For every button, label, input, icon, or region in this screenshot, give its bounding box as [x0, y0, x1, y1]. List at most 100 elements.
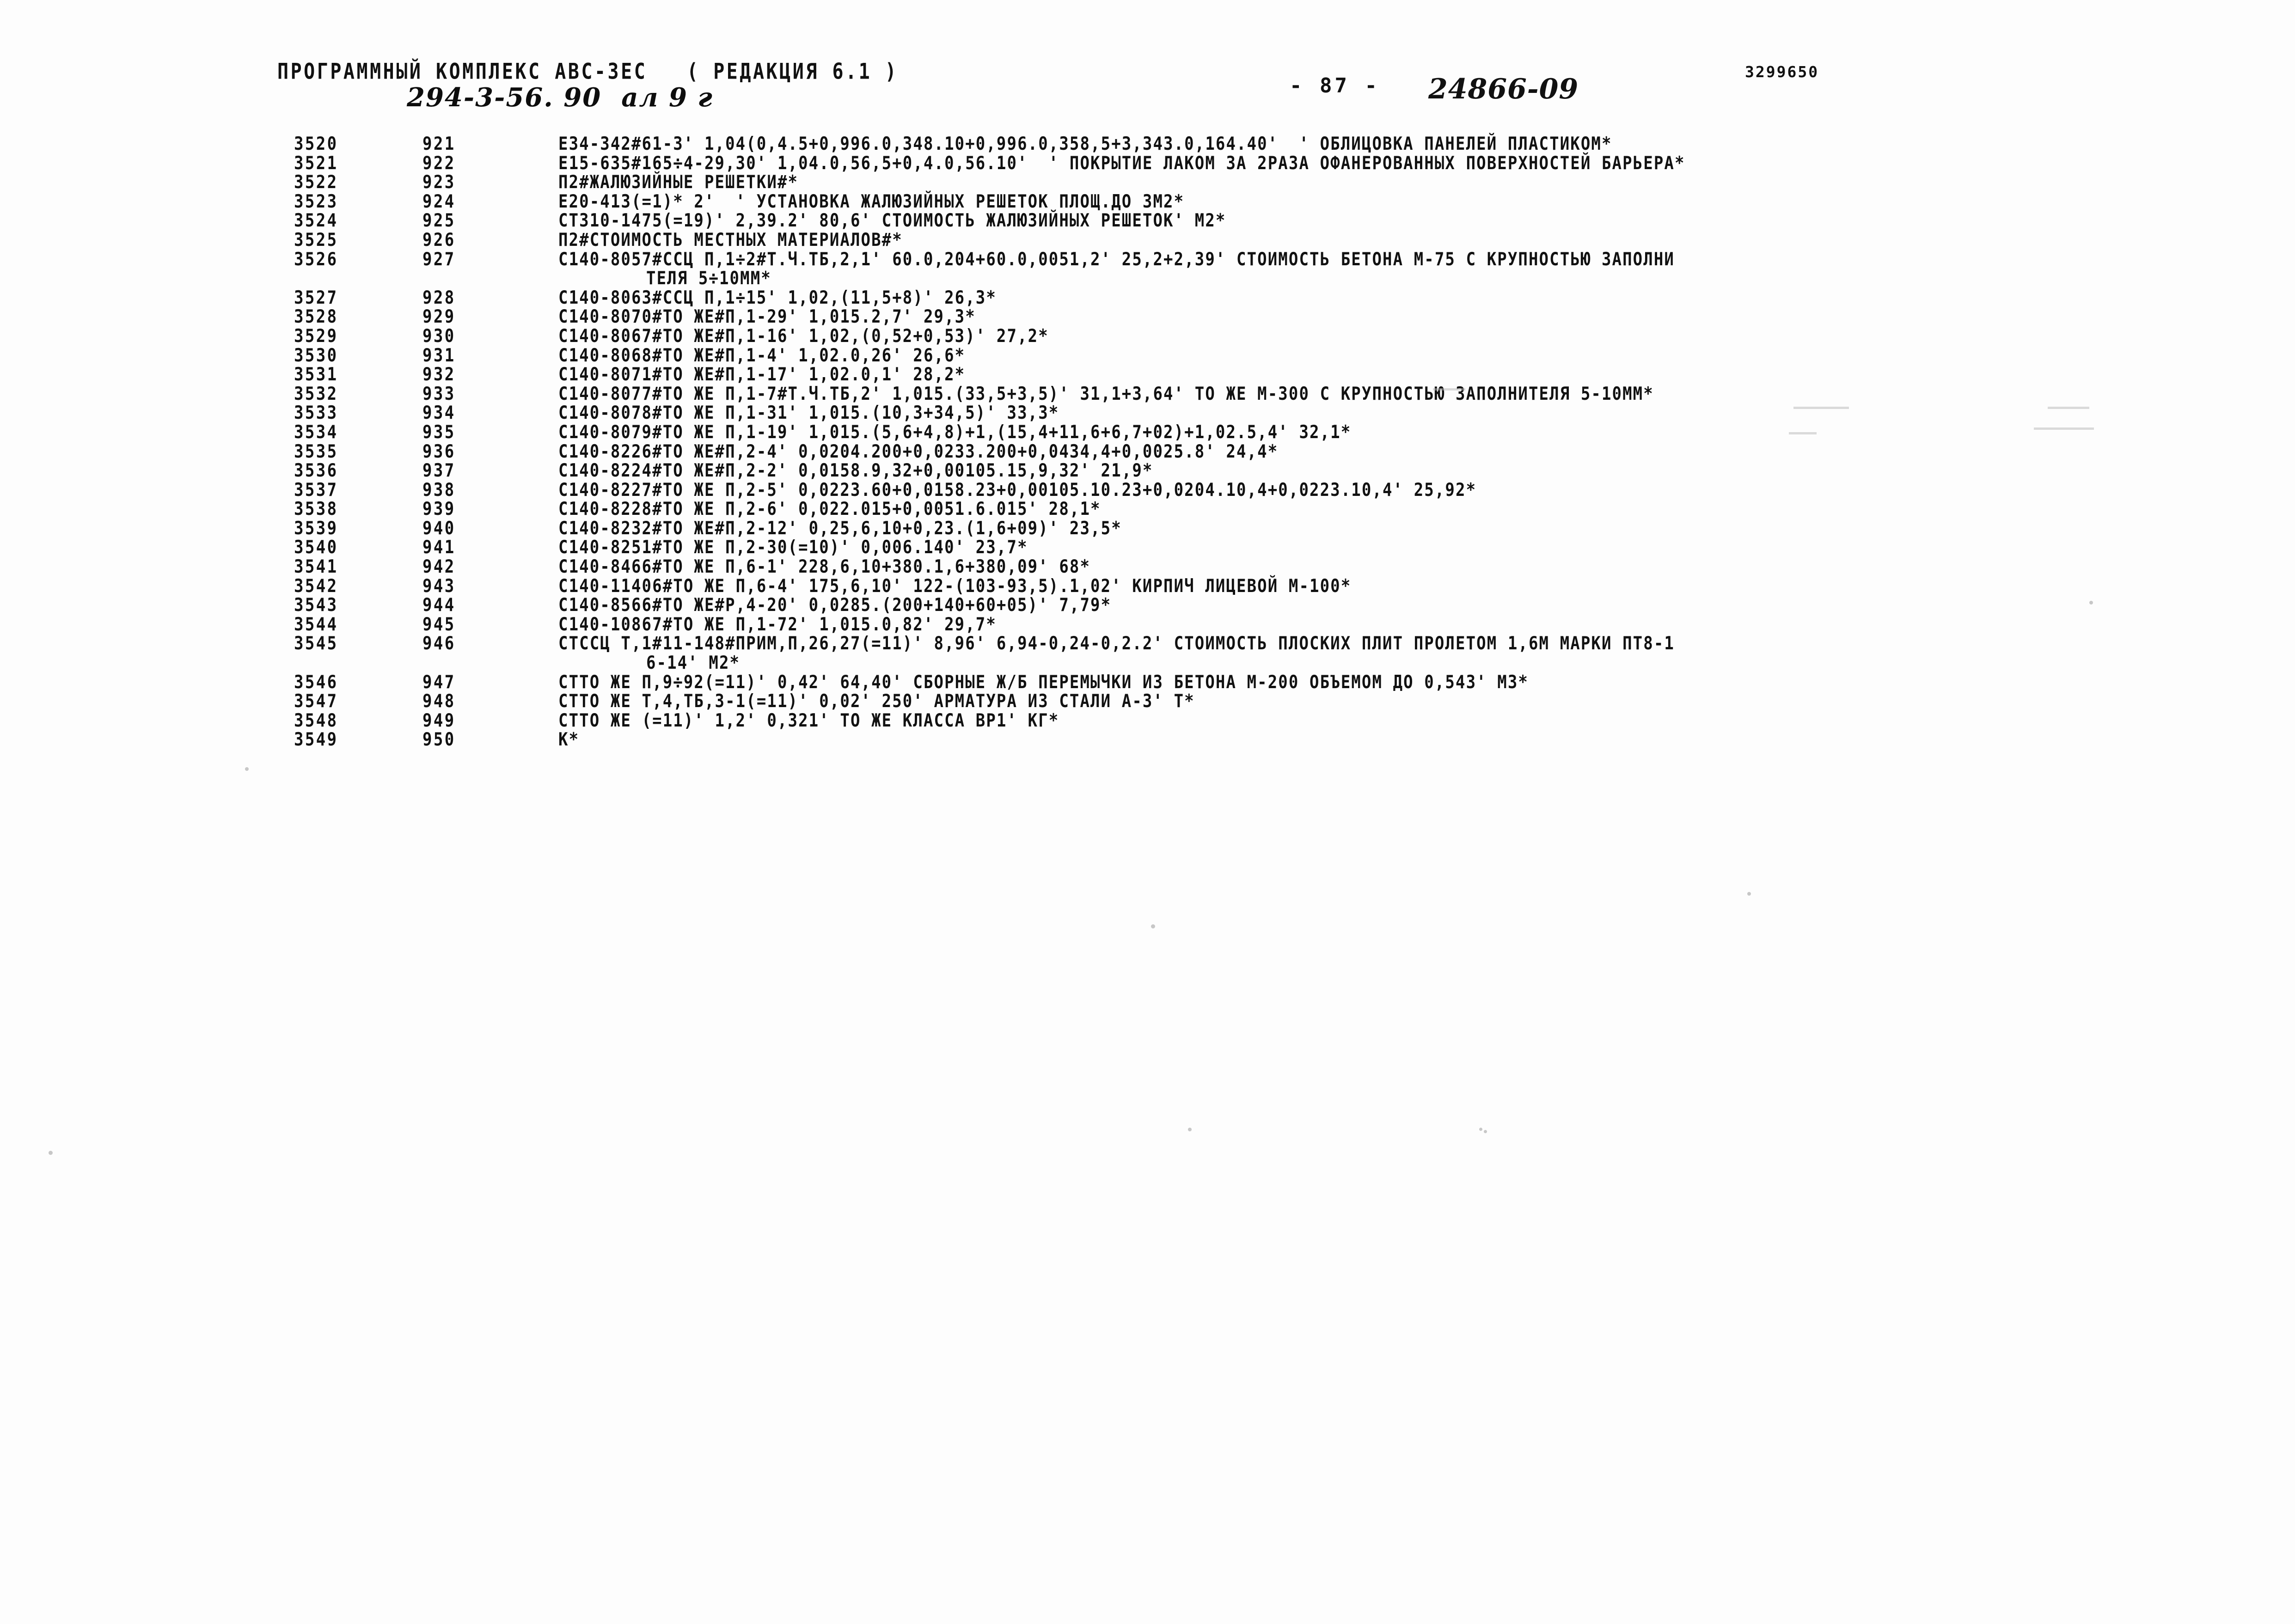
scan-speckle	[245, 767, 249, 771]
listing-row-text: С140-8224#ТО ЖЕ#П,2-2' 0,0158.9,32+0,001…	[558, 460, 1153, 482]
listing-row-number: 942	[422, 556, 456, 578]
listing-row-text: С140-8228#ТО ЖЕ П,2-6' 0,022.015+0,0051.…	[558, 498, 1101, 520]
listing-row: 3527 928 С140-8063#ССЦ П,1÷15' 1,02,(11,5+…	[0, 287, 2295, 309]
listing-row-text: E15-635#165÷4-29,30' 1,04.0,56,5+0,4.0,5…	[558, 152, 1685, 174]
listing-row-sequence: 3547	[294, 690, 338, 712]
listing-row-number: 935	[422, 421, 456, 443]
listing-row-text: С140-8067#ТО ЖЕ#П,1-16' 1,02,(0,52+0,53)…	[558, 325, 1049, 347]
listing-row-text: E34-342#61-3' 1,04(0,4.5+0,996.0,348.10+…	[558, 133, 1612, 155]
scan-speckle	[1747, 892, 1751, 896]
listing-row-text: С140-8232#ТО ЖЕ#П,2-12' 0,25,6,10+0,23.(…	[558, 517, 1122, 539]
listing-row-number: 948	[422, 690, 456, 712]
listing-row-text: СТТО ЖЕ (=11)' 1,2' 0,321' ТО ЖЕ КЛАССА …	[558, 709, 1059, 732]
listing-row-number: 943	[422, 575, 456, 597]
listing-row-sequence: 3522	[294, 171, 338, 193]
listing-row-number: 934	[422, 402, 456, 424]
listing-row-text: СТ310-1475(=19)' 2,39.2' 80,6' СТОИМОСТЬ…	[558, 210, 1226, 232]
listing-row-sequence: 3548	[294, 709, 338, 732]
listing-row-text: П2#ЖАЛЮЗИЙНЫЕ РЕШЕТКИ#*	[558, 171, 799, 193]
scan-speckle	[1484, 1130, 1487, 1133]
listing-row-text: С140-8466#ТО ЖЕ П,6-1' 228,6,10+380.1,6+…	[558, 556, 1091, 578]
handwritten-project-note: 294-3-56. 90 ал 9 г	[407, 82, 713, 113]
listing-row-number: 926	[422, 229, 456, 251]
listing-row-sequence: 3543	[294, 594, 338, 616]
listing-row-text: С140-8077#ТО ЖЕ П,1-7#Т.Ч.ТБ,2' 1,015.(3…	[558, 383, 1654, 405]
listing-row-text: С140-10867#ТО ЖЕ П,1-72' 1,015.0,82' 29,…	[558, 613, 997, 635]
listing-row-sequence: 3523	[294, 190, 338, 213]
listing-row-sequence: 3530	[294, 344, 338, 366]
listing-row-sequence: 3541	[294, 556, 338, 578]
listing-row-sequence: 3521	[294, 152, 338, 174]
scan-speckle	[1479, 1128, 1482, 1131]
listing-row: 3530 931 С140-8068#ТО ЖЕ#П,1-4' 1,02.0,26'…	[0, 344, 2295, 366]
listing-row-number: 937	[422, 460, 456, 482]
listing-row: 3540 941 С140-8251#ТО ЖЕ П,2-30(=10)' 0,00…	[0, 537, 2295, 558]
listing-row-text: С140-8078#ТО ЖЕ П,1-31' 1,015.(10,3+34,5…	[558, 402, 1059, 424]
listing-row: 3526 927 С140-8057#ССЦ П,1÷2#Т.Ч.ТБ,2,1' 6…	[0, 248, 2295, 270]
listing-row-number: 924	[422, 190, 456, 213]
listing-row: 3541 942 С140-8466#ТО ЖЕ П,6-1' 228,6,10+3…	[0, 556, 2295, 578]
handwritten-document-number: 24866-09	[1428, 73, 1579, 105]
listing-row-number: 933	[422, 383, 456, 405]
listing-row-sequence: 3533	[294, 402, 338, 424]
listing-row-text: П2#СТОИМОСТЬ МЕСТНЫХ МАТЕРИАЛОВ#*	[558, 229, 903, 251]
listing-row-sequence: 3528	[294, 306, 338, 328]
listing-row: 3520 921 E34-342#61-3' 1,04(0,4.5+0,996.0,…	[0, 133, 2295, 155]
listing-row-text: С140-8227#ТО ЖЕ П,2-5' 0,0223.60+0,0158.…	[558, 479, 1477, 501]
listing-row-text: ТЕЛЯ 5÷10ММ*	[646, 268, 771, 289]
listing-row-number: 941	[422, 537, 456, 558]
listing-row-sequence: 3524	[294, 210, 338, 232]
listing-row: 3542 943 С140-11406#ТО ЖЕ П,6-4' 175,6,10'…	[0, 575, 2295, 597]
listing-row-text: С140-8079#ТО ЖЕ П,1-19' 1,015.(5,6+4,8)+…	[558, 421, 1352, 443]
listing-row-sequence: 3534	[294, 421, 338, 443]
listing-row: 3531 932 С140-8071#ТО ЖЕ#П,1-17' 1,02.0,1'…	[0, 364, 2295, 385]
scan-smudge	[2034, 427, 2094, 430]
listing-row: 3534 935 С140-8079#ТО ЖЕ П,1-19' 1,015.(5,…	[0, 421, 2295, 443]
listing-row-text: E20-413(=1)* 2' ' УСТАНОВКА ЖАЛЮЗИЙНЫХ Р…	[558, 190, 1185, 213]
scan-speckle	[1151, 924, 1155, 928]
listing-row-sequence: 3539	[294, 517, 338, 539]
listing-row-text: 6-14' М2*	[646, 652, 741, 674]
listing-row-sequence: 3549	[294, 729, 338, 751]
listing-row: 6-14' М2*	[0, 652, 2295, 674]
scan-speckle	[2089, 601, 2093, 604]
listing-row-sequence: 3520	[294, 133, 338, 155]
listing-row-sequence: 3535	[294, 440, 338, 462]
listing-row-text: СТТО ЖЕ П,9÷92(=11)' 0,42' 64,40' СБОРНЫ…	[558, 671, 1529, 693]
listing-row: 3537 938 С140-8227#ТО ЖЕ П,2-5' 0,0223.60+…	[0, 479, 2295, 501]
listing-row: 3529 930 С140-8067#ТО ЖЕ#П,1-16' 1,02,(0,5…	[0, 325, 2295, 347]
listing-row-text: СТТО ЖЕ Т,4,ТБ,3-1(=11)' 0,02' 250' АРМА…	[558, 690, 1195, 712]
listing-row-sequence: 3531	[294, 364, 338, 385]
listing-row-number: 928	[422, 287, 456, 309]
listing-row-text: С140-8057#ССЦ П,1÷2#Т.Ч.ТБ,2,1' 60.0,204…	[558, 248, 1675, 270]
scan-smudge	[2048, 407, 2089, 409]
listing-row-number: 929	[422, 306, 456, 328]
listing-row-text: С140-8071#ТО ЖЕ#П,1-17' 1,02.0,1' 28,2*	[558, 364, 966, 385]
listing-row-sequence: 3525	[294, 229, 338, 251]
listing-row-text: С140-8251#ТО ЖЕ П,2-30(=10)' 0,006.140' …	[558, 537, 1028, 558]
scan-speckle	[49, 1151, 53, 1155]
listing-row-number: 940	[422, 517, 456, 539]
listing-row: 3546 947 СТТО ЖЕ П,9÷92(=11)' 0,42' 64,40'…	[0, 671, 2295, 693]
scan-smudge	[1793, 407, 1849, 409]
listing-row-sequence: 3537	[294, 479, 338, 501]
listing-row: 3543 944 С140-8566#ТО ЖЕ#Р,4-20' 0,0285.(2…	[0, 594, 2295, 616]
listing-row-sequence: 3540	[294, 537, 338, 558]
listing-row-sequence: 3546	[294, 671, 338, 693]
listing-row-sequence: 3536	[294, 460, 338, 482]
listing-row-number: 939	[422, 498, 456, 520]
listing-row: 3528 929 С140-8070#ТО ЖЕ#П,1-29' 1,015.2,7…	[0, 306, 2295, 328]
listing-row-number: 944	[422, 594, 456, 616]
listing-row-sequence: 3545	[294, 633, 338, 654]
listing-row-number: 947	[422, 671, 456, 693]
listing-row-sequence: 3538	[294, 498, 338, 520]
scanned-document-page: ПРОГРАММНЫЙ КОМПЛЕКС АВС-3ЕС ( РЕДАКЦИЯ …	[0, 0, 2295, 1624]
listing-row: ТЕЛЯ 5÷10ММ*	[0, 268, 2295, 289]
listing-row: 3532 933 С140-8077#ТО ЖЕ П,1-7#Т.Ч.ТБ,2' 1…	[0, 383, 2295, 405]
listing-row-number: 922	[422, 152, 456, 174]
listing-row: 3533 934 С140-8078#ТО ЖЕ П,1-31' 1,015.(10…	[0, 402, 2295, 424]
listing-row: 3521 922 E15-635#165÷4-29,30' 1,04.0,56,5+…	[0, 152, 2295, 174]
listing-row-text: С140-8068#ТО ЖЕ#П,1-4' 1,02.0,26' 26,6*	[558, 344, 966, 366]
listing-row-sequence: 3532	[294, 383, 338, 405]
listing-row: 3548 949 СТТО ЖЕ (=11)' 1,2' 0,321' ТО ЖЕ …	[0, 709, 2295, 732]
